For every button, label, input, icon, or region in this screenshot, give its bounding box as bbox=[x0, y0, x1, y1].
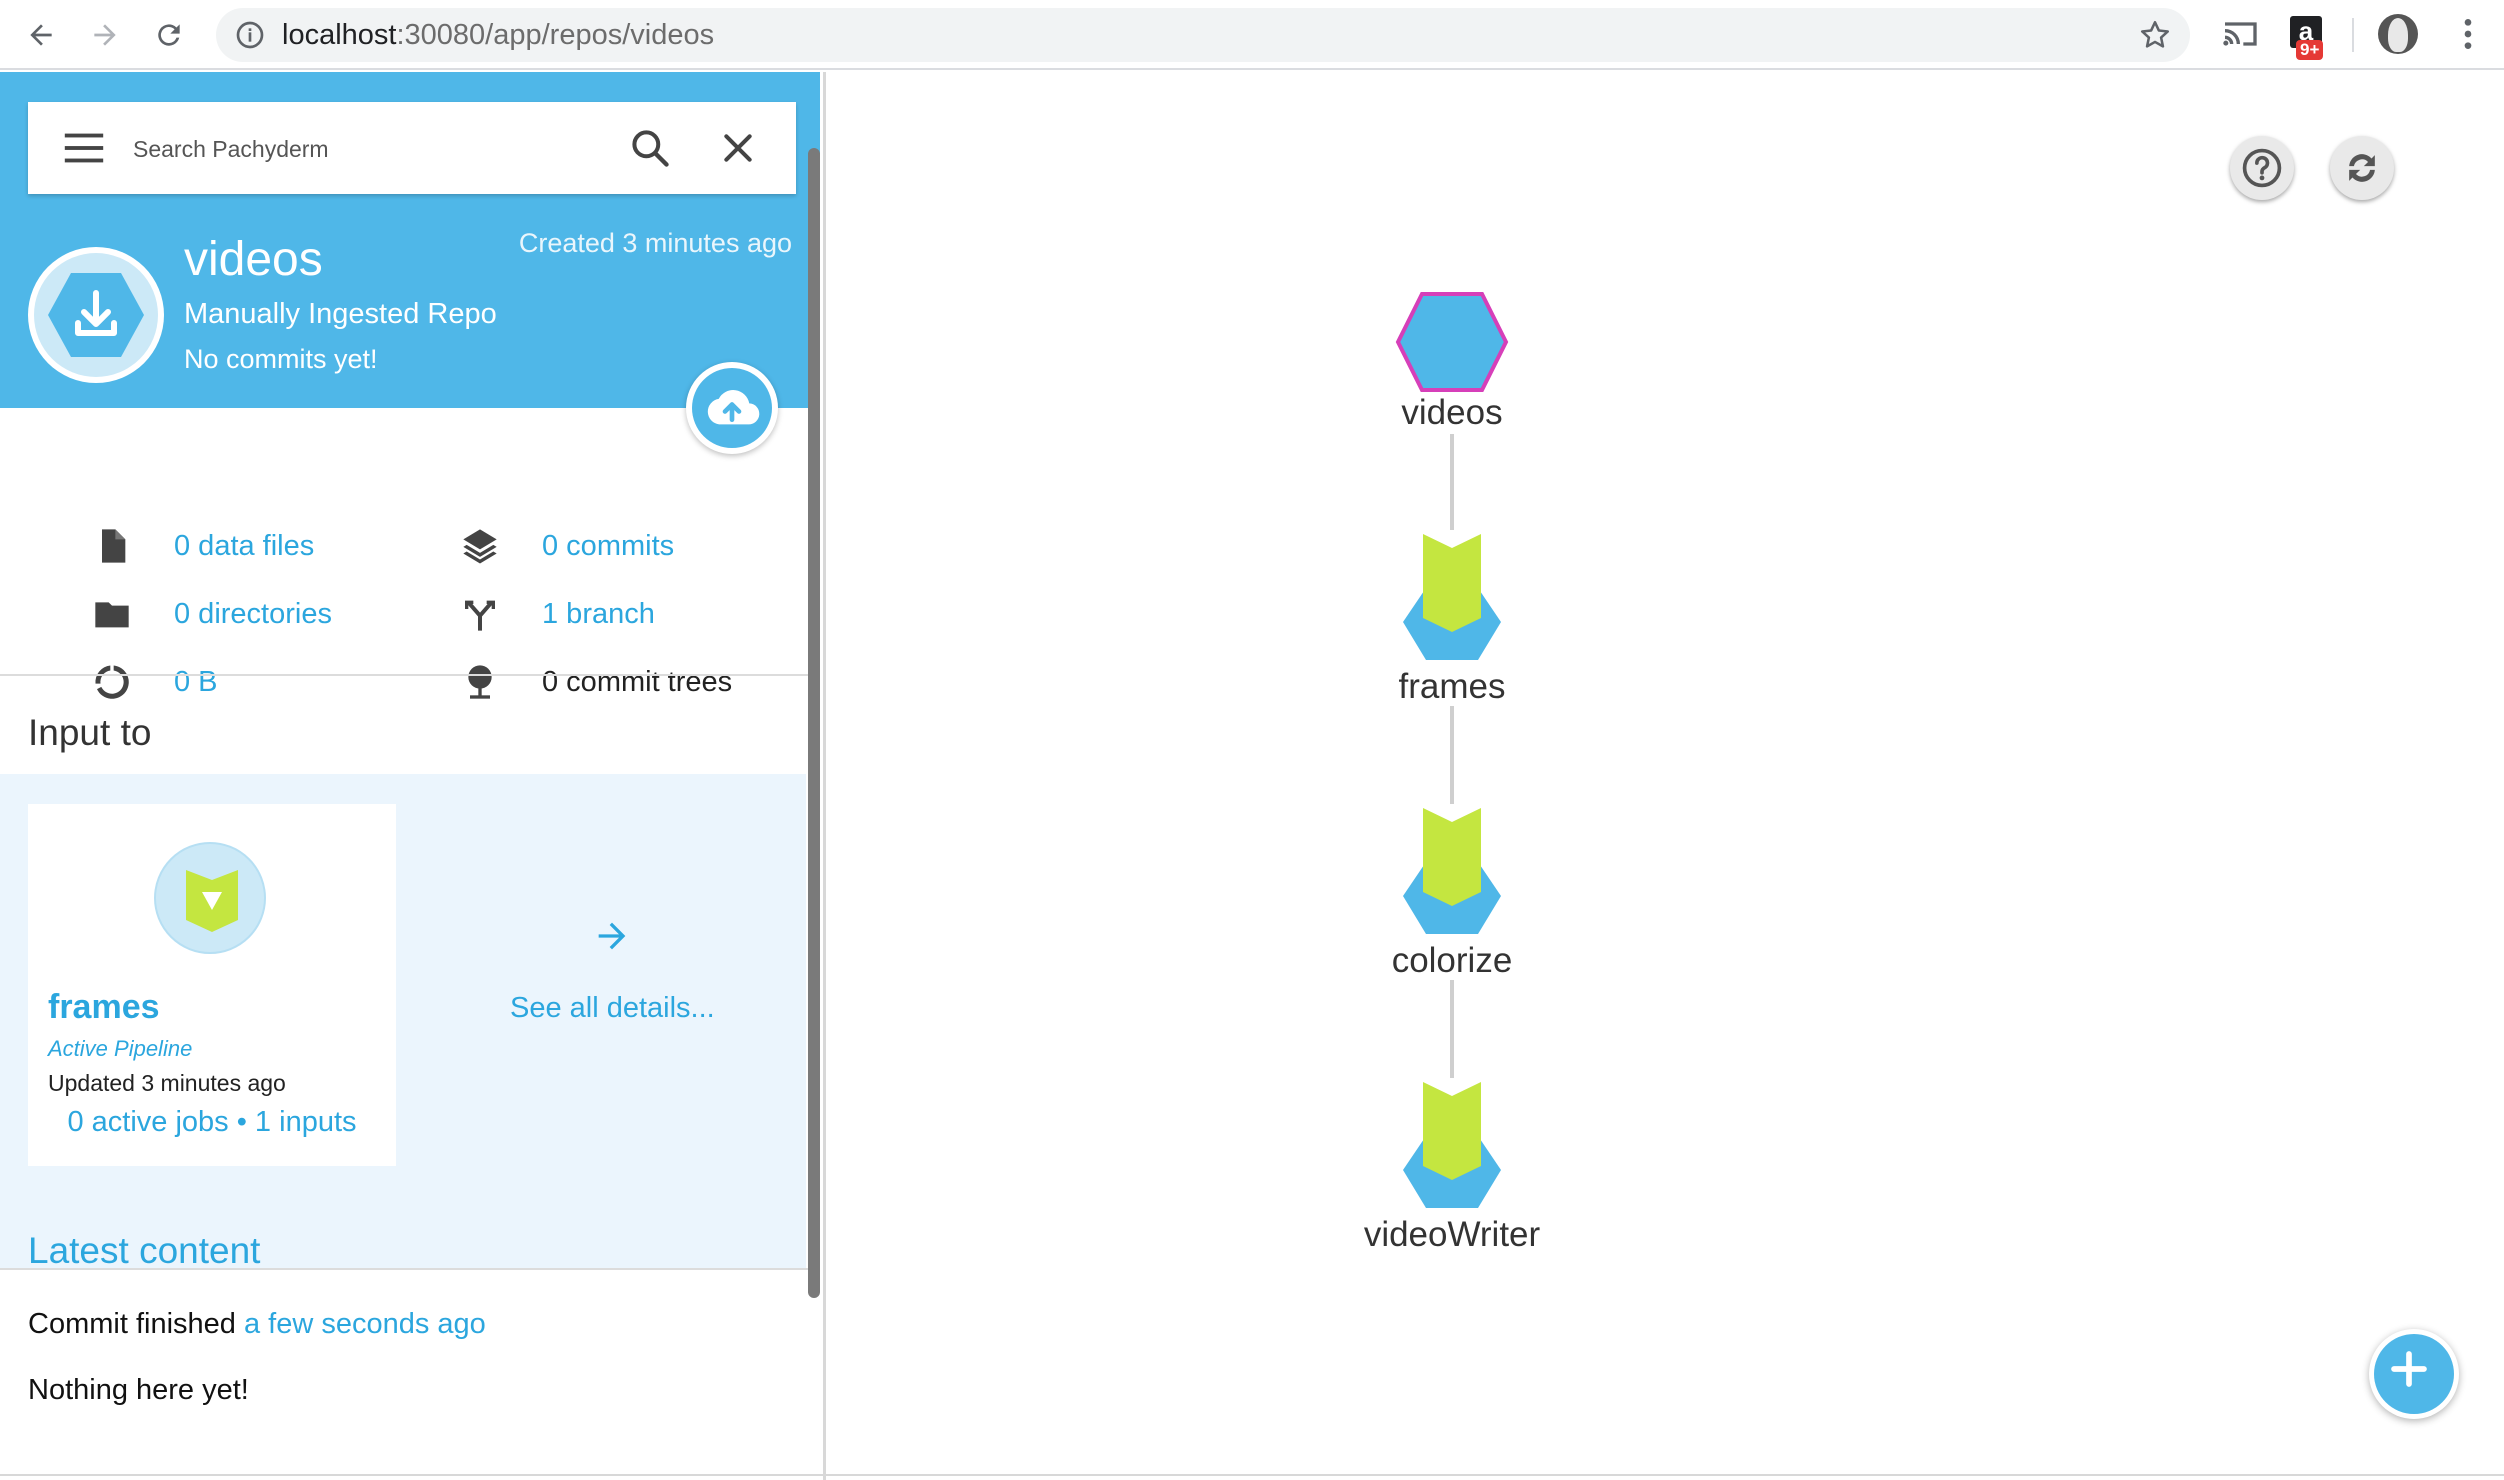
stat-data-files[interactable]: 0 data files bbox=[90, 524, 314, 568]
bottom-border bbox=[0, 1474, 2504, 1476]
browser-toolbar: localhost:30080/app/repos/videos a 9+ bbox=[0, 0, 2504, 70]
search-icon[interactable] bbox=[628, 126, 672, 170]
repo-header: Search Pachyderm videos Manually Ingeste… bbox=[0, 72, 820, 408]
sidebar-scrollbar[interactable] bbox=[808, 148, 820, 1298]
repo-size[interactable]: 0 B bbox=[174, 666, 218, 699]
repo-type: Manually Ingested Repo bbox=[184, 298, 497, 330]
data-files-count[interactable]: 0 data files bbox=[174, 530, 314, 563]
search-bar[interactable]: Search Pachyderm bbox=[28, 102, 796, 194]
plus-icon bbox=[2391, 1351, 2427, 1387]
dag-node-label: videoWriter bbox=[1364, 1215, 1541, 1254]
pipeline-updated-time: Updated 3 minutes ago bbox=[48, 1070, 286, 1096]
pipeline-card[interactable]: frames Active Pipeline Updated 3 minutes… bbox=[28, 804, 396, 1166]
info-icon[interactable] bbox=[234, 19, 266, 51]
close-icon[interactable] bbox=[718, 128, 758, 168]
repo-avatar bbox=[28, 247, 164, 383]
reload-icon bbox=[158, 24, 180, 46]
more-menu-icon[interactable] bbox=[2448, 14, 2488, 54]
pipeline-avatar bbox=[154, 842, 266, 954]
stat-commit-trees: 0 commit trees bbox=[458, 660, 732, 704]
star-icon[interactable] bbox=[2138, 18, 2172, 52]
stat-directories[interactable]: 0 directories bbox=[90, 592, 332, 636]
repo-sidebar: Search Pachyderm videos Manually Ingeste… bbox=[0, 72, 826, 1480]
pipeline-jobs-summary[interactable]: 0 active jobs • 1 inputs bbox=[28, 1106, 396, 1139]
toolbar-divider bbox=[2352, 18, 2354, 52]
data-usage-icon bbox=[95, 665, 129, 699]
dag-node-videos[interactable]: videos bbox=[1395, 292, 1509, 432]
empty-content-message: Nothing here yet! bbox=[28, 1374, 249, 1406]
url-text: localhost:30080/app/repos/videos bbox=[282, 19, 715, 51]
cast-icon[interactable] bbox=[2220, 14, 2260, 54]
dag-canvas[interactable]: videos frames colorize videoWriter bbox=[829, 72, 2504, 1480]
folder-icon bbox=[95, 602, 129, 628]
dag-node-colorize[interactable]: colorize bbox=[1392, 808, 1513, 980]
file-icon bbox=[102, 529, 126, 563]
latest-content-title: Latest content bbox=[28, 1230, 261, 1271]
commit-time-link[interactable]: a few seconds ago bbox=[244, 1308, 486, 1340]
pipeline-icon bbox=[186, 870, 238, 932]
stat-size[interactable]: 0 B bbox=[90, 660, 218, 704]
forward-button[interactable] bbox=[80, 10, 130, 60]
section-divider bbox=[0, 674, 820, 676]
layers-icon bbox=[463, 529, 497, 564]
hamburger-menu-icon[interactable] bbox=[64, 132, 104, 164]
extension-badge-count: 9+ bbox=[2296, 40, 2324, 60]
commit-trees-count: 0 commit trees bbox=[542, 665, 733, 698]
input-to-title: Input to bbox=[28, 712, 152, 753]
stat-branches[interactable]: 1 branch bbox=[458, 592, 655, 636]
dag-node-videowriter[interactable]: videoWriter bbox=[1364, 1082, 1541, 1254]
stat-commits[interactable]: 0 commits bbox=[458, 524, 674, 568]
branch-icon bbox=[465, 600, 495, 631]
dag-node-label: videos bbox=[1401, 393, 1502, 432]
arrow-left-icon bbox=[30, 24, 52, 46]
branches-count[interactable]: 1 branch bbox=[542, 598, 655, 631]
pipeline-name[interactable]: frames bbox=[48, 988, 160, 1027]
commits-count[interactable]: 0 commits bbox=[542, 530, 674, 563]
add-button[interactable] bbox=[2369, 1329, 2459, 1419]
arrow-right-icon bbox=[94, 24, 116, 46]
dag-node-frames[interactable]: frames bbox=[1399, 534, 1506, 706]
search-input[interactable]: Search Pachyderm bbox=[133, 136, 329, 163]
reload-button[interactable] bbox=[144, 10, 194, 60]
repo-created-time: Created 3 minutes ago bbox=[518, 228, 792, 258]
repo-commit-status: No commits yet! bbox=[184, 344, 378, 374]
tree-icon bbox=[468, 665, 492, 699]
pipeline-dag: videos frames colorize videoWriter bbox=[1364, 292, 1541, 1254]
profile-avatar[interactable] bbox=[2378, 14, 2418, 54]
dag-node-label: frames bbox=[1399, 667, 1506, 706]
latest-commit-line: Commit finished a few seconds ago bbox=[28, 1308, 486, 1340]
repo-title: videos bbox=[184, 233, 323, 286]
directories-count[interactable]: 0 directories bbox=[174, 598, 332, 631]
dag-node-label: colorize bbox=[1392, 941, 1513, 980]
pipeline-status: Active Pipeline bbox=[48, 1036, 193, 1061]
repo-download-icon bbox=[48, 273, 144, 357]
arrow-right-icon[interactable] bbox=[592, 916, 632, 956]
repo-stats: 0 data files 0 commits 0 directories 1 b… bbox=[0, 408, 820, 748]
back-button[interactable] bbox=[16, 10, 66, 60]
address-bar[interactable]: localhost:30080/app/repos/videos bbox=[216, 8, 2190, 62]
see-all-details-link[interactable]: See all details... bbox=[510, 992, 715, 1025]
